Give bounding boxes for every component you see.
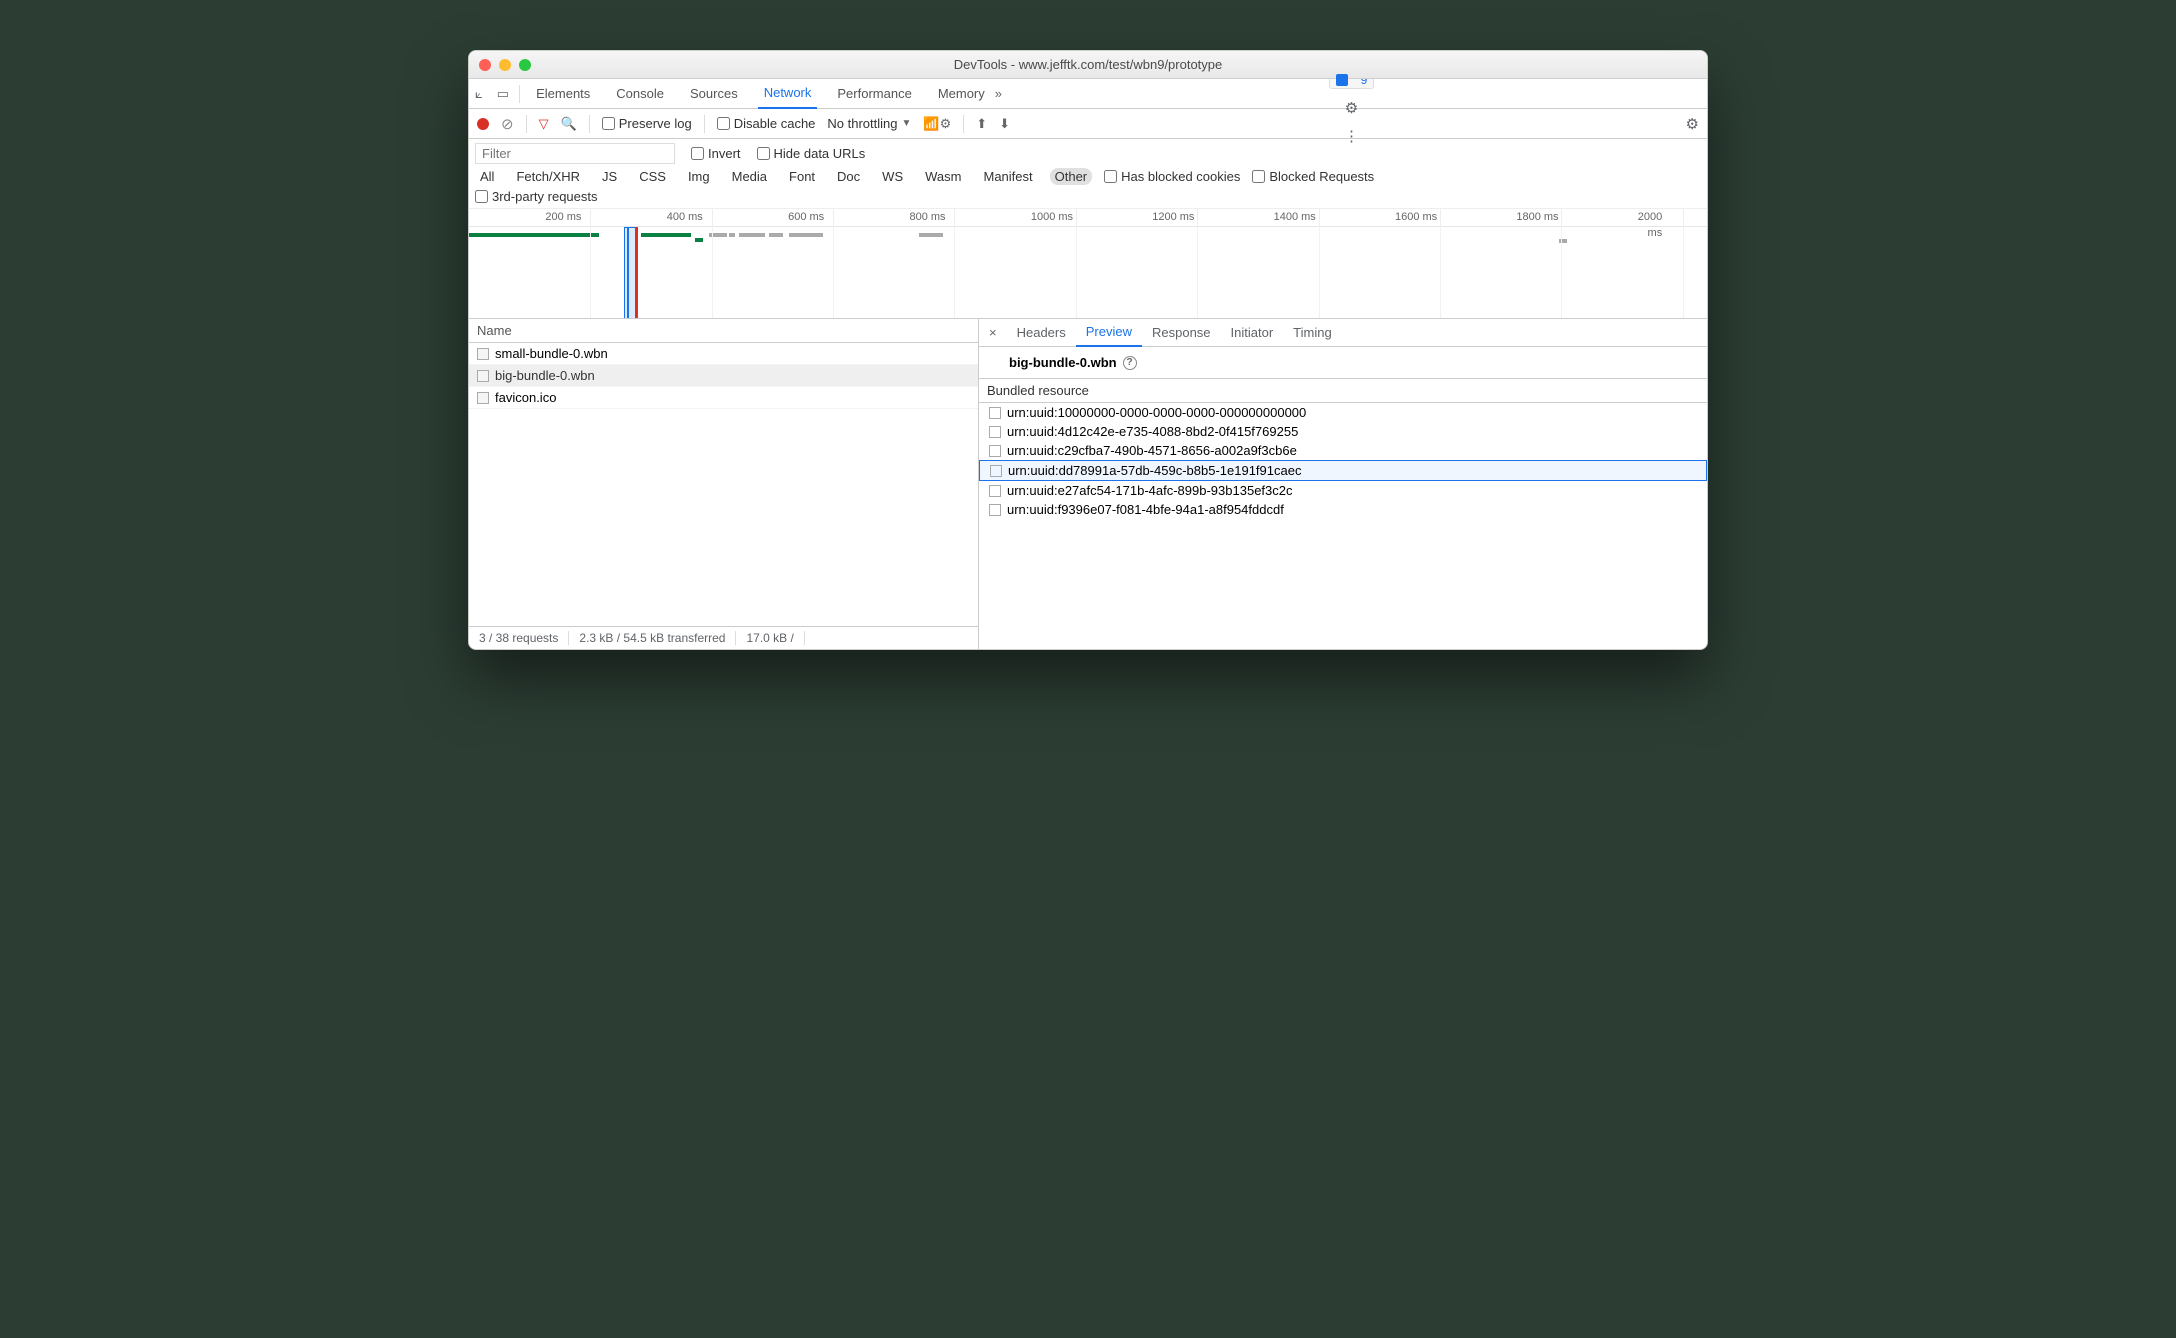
filter-type-css[interactable]: CSS: [634, 168, 671, 185]
resource-icon: [989, 426, 1001, 438]
help-icon[interactable]: ?: [1123, 356, 1137, 370]
menu-icon[interactable]: ⋮: [1344, 127, 1359, 145]
disable-cache-check[interactable]: Disable cache: [717, 116, 816, 131]
filter-type-all[interactable]: All: [475, 168, 499, 185]
throttling-select[interactable]: No throttling ▼: [827, 116, 911, 131]
tab-console[interactable]: Console: [610, 79, 670, 109]
resource-icon: [989, 485, 1001, 497]
bundled-resource[interactable]: urn:uuid:dd78991a-57db-459c-b8b5-1e191f9…: [979, 460, 1707, 481]
tick: 200 ms: [590, 209, 629, 227]
tick: 400 ms: [712, 209, 751, 227]
detail-tab-preview[interactable]: Preview: [1076, 319, 1142, 347]
filter-type-fetch-xhr[interactable]: Fetch/XHR: [511, 168, 585, 185]
filter-type-wasm[interactable]: Wasm: [920, 168, 966, 185]
search-icon[interactable]: 🔍: [561, 116, 577, 132]
hide-data-urls-check[interactable]: Hide data URLs: [757, 146, 866, 161]
settings-icon[interactable]: ⚙: [1345, 99, 1358, 117]
request-list: Name small-bundle-0.wbnbig-bundle-0.wbnf…: [469, 319, 979, 649]
close-icon[interactable]: [479, 59, 491, 71]
device-icon[interactable]: ▭: [497, 86, 509, 102]
file-icon: [477, 370, 489, 382]
zoom-icon[interactable]: [519, 59, 531, 71]
tick: 1600 ms: [1440, 209, 1485, 227]
chevron-down-icon: ▼: [902, 118, 912, 129]
blocked-requests-check[interactable]: Blocked Requests: [1252, 169, 1374, 184]
tab-elements[interactable]: Elements: [530, 79, 596, 109]
bundled-resource[interactable]: urn:uuid:4d12c42e-e735-4088-8bd2-0f415f7…: [979, 422, 1707, 441]
filter-type-js[interactable]: JS: [597, 168, 622, 185]
upload-icon[interactable]: ⬆: [976, 116, 987, 132]
tick: 2000 ms: [1683, 209, 1707, 227]
tab-sources[interactable]: Sources: [684, 79, 744, 109]
download-icon[interactable]: ⬇: [999, 116, 1010, 132]
filter-type-doc[interactable]: Doc: [832, 168, 865, 185]
inspect-icon[interactable]: ⟀: [475, 86, 483, 102]
filter-type-media[interactable]: Media: [727, 168, 772, 185]
third-party-check[interactable]: 3rd-party requests: [475, 189, 598, 204]
filter-bar: Invert Hide data URLs All Fetch/XHR JS CSS I…: [469, 139, 1707, 209]
resource-icon: [989, 445, 1001, 457]
window-title: DevTools - www.jefftk.com/test/wbn9/prot…: [469, 57, 1707, 72]
titlebar: DevTools - www.jefftk.com/test/wbn9/prot…: [469, 51, 1707, 79]
tab-memory[interactable]: Memory: [932, 79, 991, 109]
tab-network[interactable]: Network: [758, 79, 818, 109]
file-icon: [477, 348, 489, 360]
tick: 1200 ms: [1197, 209, 1242, 227]
request-row[interactable]: small-bundle-0.wbn: [469, 343, 978, 365]
minimize-icon[interactable]: [499, 59, 511, 71]
detail-tab-timing[interactable]: Timing: [1283, 319, 1342, 347]
resource-icon: [989, 504, 1001, 516]
message-icon: [1336, 74, 1348, 86]
filter-input[interactable]: [475, 143, 675, 164]
bundled-resource[interactable]: urn:uuid:e27afc54-171b-4afc-899b-93b135e…: [979, 481, 1707, 500]
detail-tab-initiator[interactable]: Initiator: [1221, 319, 1284, 347]
bundled-resource[interactable]: urn:uuid:f9396e07-f081-4bfe-94a1-a8f954f…: [979, 500, 1707, 519]
name-column-header[interactable]: Name: [469, 319, 978, 343]
detail-tab-headers[interactable]: Headers: [1007, 319, 1076, 347]
close-detail-icon[interactable]: ×: [979, 325, 1007, 340]
filter-type-ws[interactable]: WS: [877, 168, 908, 185]
bundled-resource-header: Bundled resource: [979, 379, 1707, 403]
filter-type-other[interactable]: Other: [1050, 168, 1093, 185]
preview-title: big-bundle-0.wbn: [1009, 355, 1117, 370]
file-icon: [477, 392, 489, 404]
devtools-window: DevTools - www.jefftk.com/test/wbn9/prot…: [468, 50, 1708, 650]
preserve-log-check[interactable]: Preserve log: [602, 116, 692, 131]
network-settings-icon[interactable]: ⚙: [1686, 115, 1699, 133]
request-row[interactable]: big-bundle-0.wbn: [469, 365, 978, 387]
resource-icon: [989, 407, 1001, 419]
tick: 1800 ms: [1561, 209, 1606, 227]
status-bar: 3 / 38 requests 2.3 kB / 54.5 kB transfe…: [469, 626, 978, 649]
request-row[interactable]: favicon.ico: [469, 387, 978, 409]
network-conditions-icon[interactable]: 📶⚙: [923, 116, 951, 132]
bundled-resource[interactable]: urn:uuid:10000000-0000-0000-0000-0000000…: [979, 403, 1707, 422]
filter-type-manifest[interactable]: Manifest: [978, 168, 1037, 185]
filter-icon[interactable]: ▽: [539, 116, 549, 132]
clear-icon[interactable]: ⊘: [501, 115, 514, 133]
timeline[interactable]: 200 ms 400 ms 600 ms 800 ms 1000 ms 1200 ms 14…: [469, 209, 1707, 319]
bundled-resource[interactable]: urn:uuid:c29cfba7-490b-4571-8656-a002a9f…: [979, 441, 1707, 460]
invert-check[interactable]: Invert: [691, 146, 741, 161]
filter-type-img[interactable]: Img: [683, 168, 715, 185]
more-tabs-icon[interactable]: »: [995, 86, 1002, 101]
main-tabbar: ⟀ ▭ Elements Console Sources Network Perform…: [469, 79, 1707, 109]
blocked-cookies-check[interactable]: Has blocked cookies: [1104, 169, 1240, 184]
tick: 1400 ms: [1319, 209, 1364, 227]
tick: 800 ms: [954, 209, 993, 227]
record-icon[interactable]: [477, 118, 489, 130]
filter-type-font[interactable]: Font: [784, 168, 820, 185]
detail-panel: × HeadersPreviewResponseInitiatorTiming …: [979, 319, 1707, 649]
tick: 600 ms: [833, 209, 872, 227]
tick: 1000 ms: [1076, 209, 1121, 227]
detail-tab-response[interactable]: Response: [1142, 319, 1221, 347]
tab-performance[interactable]: Performance: [831, 79, 917, 109]
resource-icon: [990, 465, 1002, 477]
